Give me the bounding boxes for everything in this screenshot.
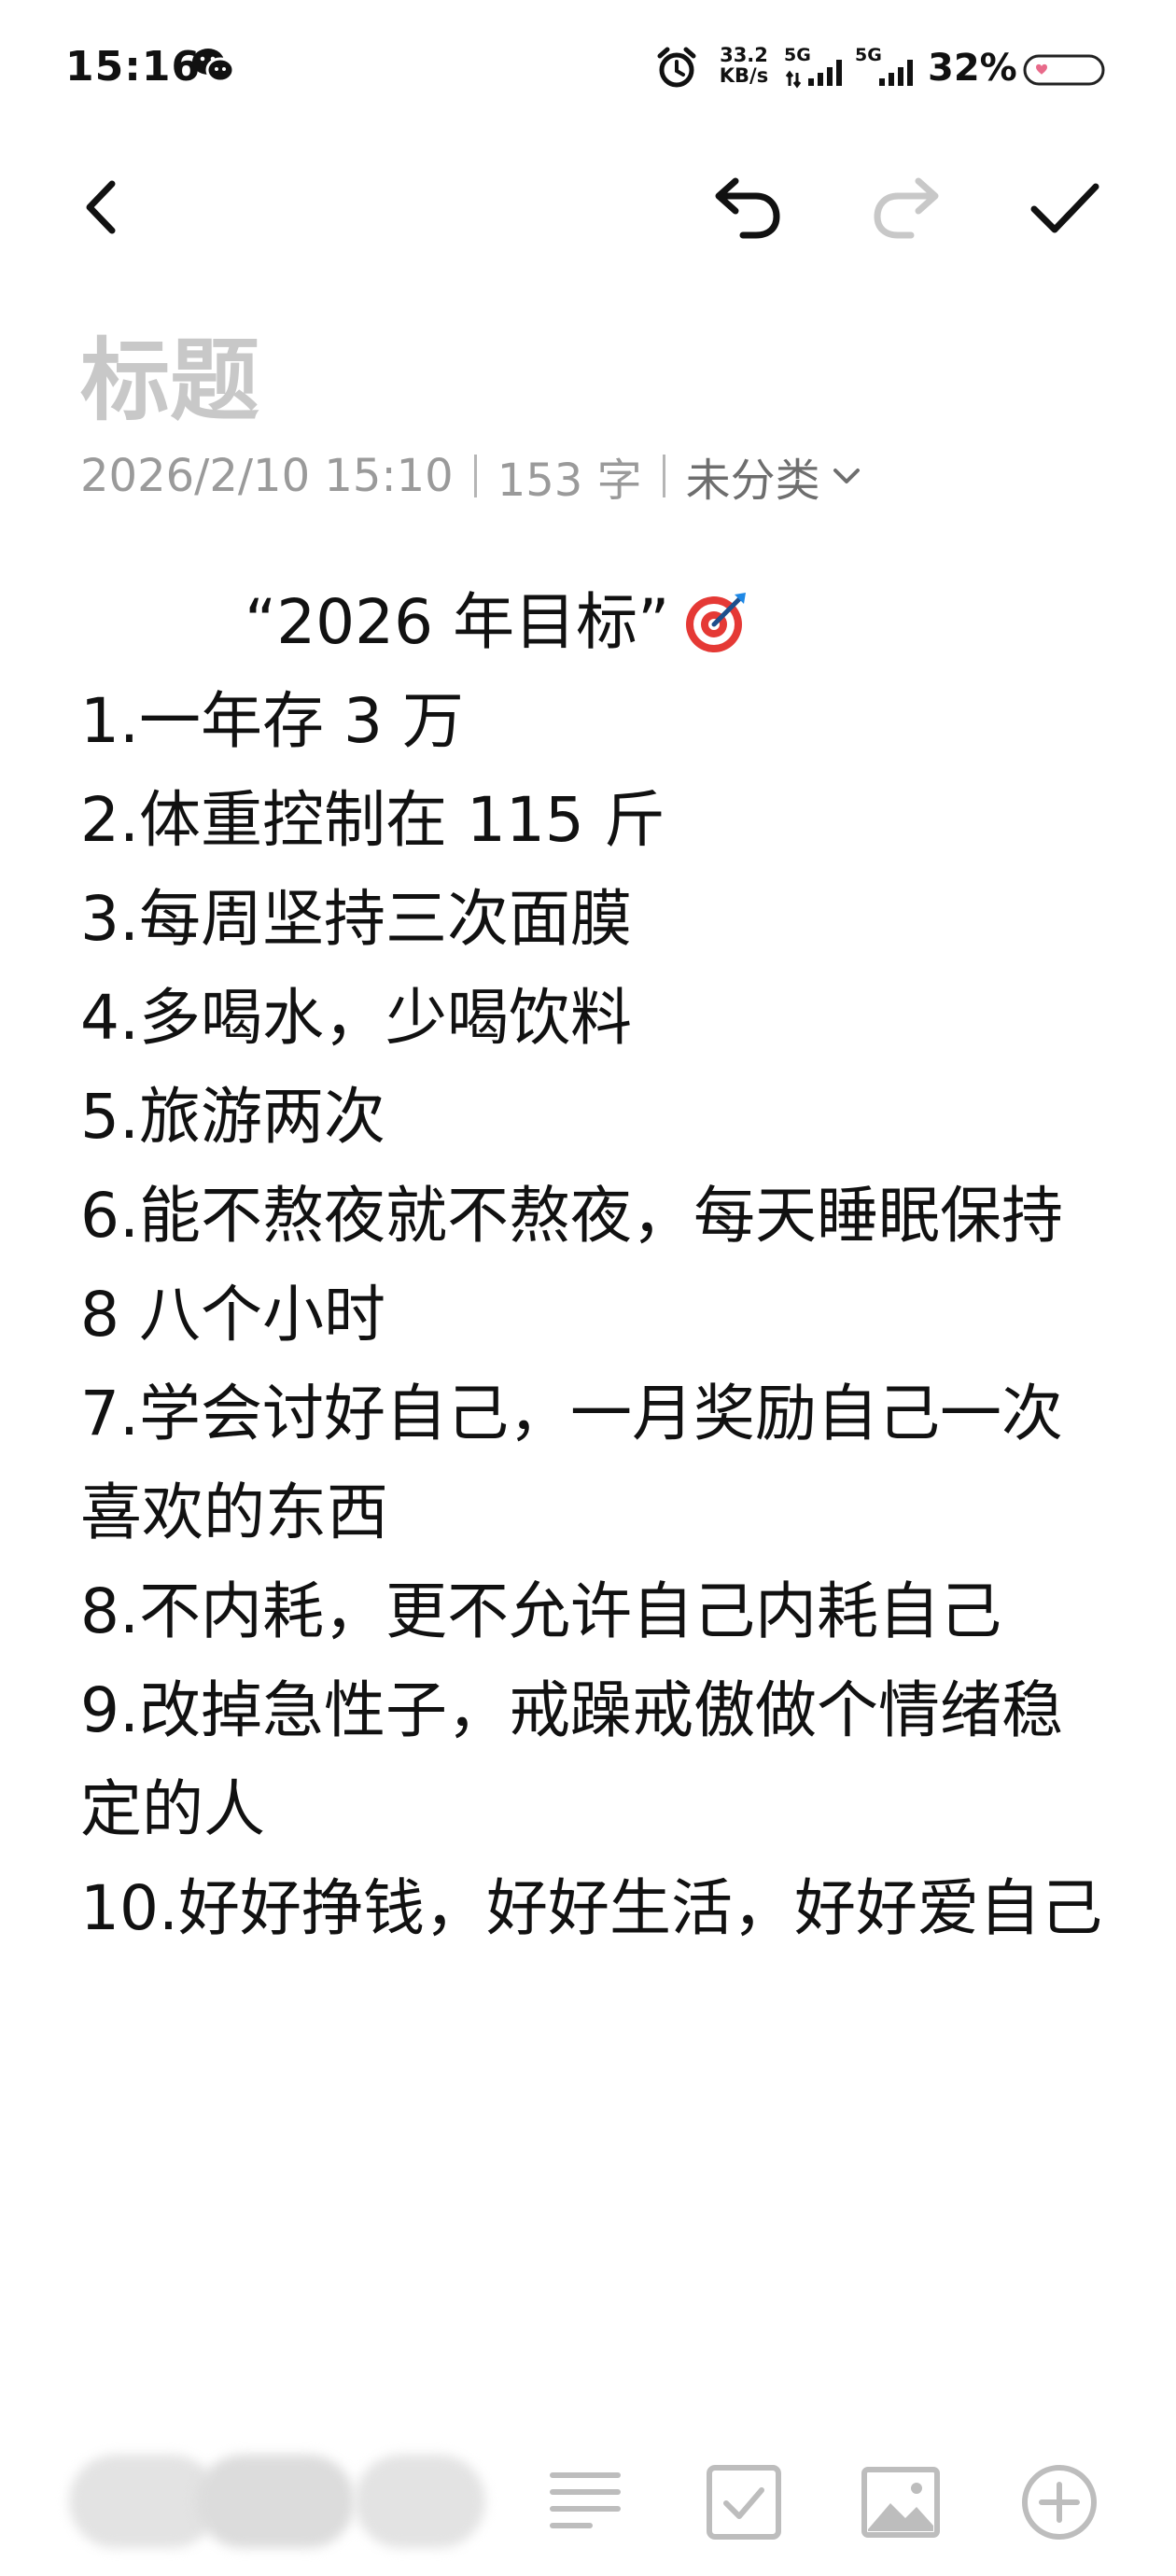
add-circle-icon <box>1022 2465 1097 2540</box>
note-line: 3.每周坚持三次面膜 <box>80 883 632 955</box>
category-dropdown[interactable]: 未分类 <box>686 443 865 509</box>
note-line: 4.多喝水，少喝饮料 <box>80 982 632 1054</box>
check-icon <box>1030 183 1099 233</box>
battery-icon <box>1023 54 1109 86</box>
network-speed-unit: KB/s <box>719 64 769 87</box>
status-time: 15:16 <box>65 43 202 91</box>
insert-image-button[interactable] <box>859 2460 943 2544</box>
image-icon <box>861 2467 940 2538</box>
signal-icon: 5G <box>855 45 920 90</box>
meta-divider <box>473 455 477 497</box>
network-speed: 33.2 KB/s <box>711 45 777 86</box>
signal-icon: 5G <box>784 45 849 90</box>
note-line: 2.体重控制在 115 斤 <box>80 784 665 856</box>
note-heading: “2026 年目标” <box>80 573 1107 672</box>
target-emoji-icon <box>686 593 747 652</box>
blurred-region <box>196 2455 355 2548</box>
undo-icon <box>715 177 780 239</box>
battery-percentage: 32% <box>928 47 1017 90</box>
note-heading-text: “2026 年目标” <box>245 586 670 658</box>
network-speed-value: 33.2 <box>720 44 768 66</box>
back-button[interactable] <box>56 161 149 254</box>
format-list-icon <box>550 2472 621 2528</box>
note-line: 9.改掉急性子，戒躁戒傲做个情绪稳定的人 <box>80 1674 1063 1845</box>
note-char-count: 153 字 <box>497 455 642 507</box>
note-title-input[interactable]: 标题 <box>80 308 259 438</box>
checkbox-icon <box>707 2465 781 2540</box>
done-button[interactable] <box>1017 161 1111 254</box>
format-button[interactable] <box>543 2460 627 2544</box>
note-line: 8.不内耗，更不允许自己内耗自己 <box>80 1575 1001 1647</box>
note-line: 7.学会讨好自己，一月奖励自己一次喜欢的东西 <box>80 1378 1063 1548</box>
editor-toolbar <box>0 140 1176 280</box>
note-line: 5.旅游两次 <box>80 1081 385 1153</box>
redo-button[interactable] <box>859 161 952 254</box>
meta-divider <box>662 455 665 497</box>
back-icon <box>86 180 116 234</box>
note-meta: 2026/2/10 15:10 153 字 未分类 <box>80 448 865 507</box>
note-line: 10.好好挣钱，好好生活，好好爱自己 <box>80 1872 1102 1944</box>
checklist-button[interactable] <box>702 2460 786 2544</box>
bottom-toolbar <box>0 2427 1176 2576</box>
note-line: 1.一年存 3 万 <box>80 685 464 757</box>
status-bar: 15:16 33.2 KB/s 5G 5G 32% <box>0 0 1176 140</box>
blurred-region <box>355 2455 485 2548</box>
chevron-down-icon <box>833 469 860 483</box>
add-button[interactable] <box>1017 2460 1101 2544</box>
note-date: 2026/2/10 15:10 <box>80 450 454 502</box>
category-label: 未分类 <box>685 455 820 507</box>
redo-icon <box>874 177 939 239</box>
alarm-icon <box>655 47 698 90</box>
undo-button[interactable] <box>702 161 795 254</box>
wechat-icon <box>191 47 235 84</box>
note-line: 6.能不熬夜就不熬夜，每天睡眠保持 8 八个小时 <box>80 1180 1063 1351</box>
note-body-editor[interactable]: “2026 年目标” 1.一年存 3 万 2.体重控制在 115 斤 3.每周坚… <box>80 573 1107 1958</box>
